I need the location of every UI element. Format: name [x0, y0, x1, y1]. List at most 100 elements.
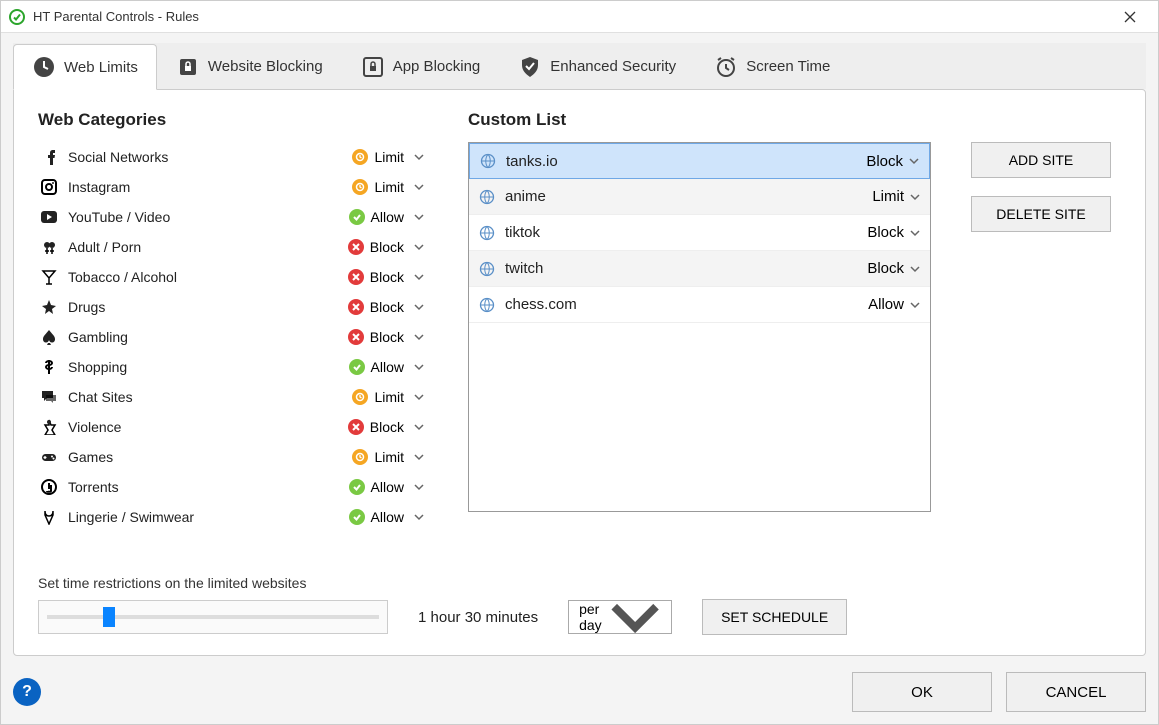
tab-web-limits[interactable]: Web Limits — [13, 44, 157, 90]
custom-action-select[interactable]: Block — [861, 224, 920, 241]
tab-app-blocking[interactable]: App Blocking — [342, 43, 500, 89]
status-block-icon — [348, 299, 364, 315]
category-action-select[interactable]: Limit — [348, 177, 428, 197]
set-schedule-button[interactable]: SET SCHEDULE — [702, 599, 847, 635]
chevron-down-icon — [414, 302, 424, 312]
shield-icon — [518, 55, 542, 79]
category-label: Torrents — [60, 479, 345, 495]
custom-action-select[interactable]: Limit — [866, 188, 920, 205]
cocktail-icon — [38, 269, 60, 285]
custom-site-name: anime — [505, 188, 866, 205]
custom-list-row[interactable]: tanks.ioBlock — [469, 143, 930, 179]
custom-list-row[interactable]: animeLimit — [469, 179, 930, 215]
category-row: DrugsBlock — [38, 292, 428, 322]
facebook-icon — [38, 149, 60, 165]
chevron-down-icon — [414, 212, 424, 222]
torrent-icon — [38, 479, 60, 495]
tab-website-blocking[interactable]: Website Blocking — [157, 43, 342, 89]
category-label: Tobacco / Alcohol — [60, 269, 344, 285]
footer: ? OK CANCEL — [13, 672, 1146, 712]
custom-list-row[interactable]: tiktokBlock — [469, 215, 930, 251]
category-action-select[interactable]: Block — [344, 267, 428, 287]
chevron-down-icon — [910, 300, 920, 310]
category-label: Drugs — [60, 299, 344, 315]
lock-icon — [176, 55, 200, 79]
instagram-icon — [38, 179, 60, 195]
cancel-button[interactable]: CANCEL — [1006, 672, 1146, 712]
category-label: Instagram — [60, 179, 348, 195]
chevron-down-icon — [909, 156, 919, 166]
spade-icon — [38, 329, 60, 345]
time-restriction-label: Set time restrictions on the limited web… — [38, 575, 1121, 591]
close-button[interactable] — [1110, 1, 1150, 32]
category-row: ViolenceBlock — [38, 412, 428, 442]
chevron-down-icon — [414, 272, 424, 282]
custom-action-select[interactable]: Allow — [862, 296, 920, 313]
category-action-select[interactable]: Block — [344, 297, 428, 317]
content: Web LimitsWebsite BlockingApp BlockingEn… — [1, 33, 1158, 724]
youtube-icon — [38, 209, 60, 225]
time-slider[interactable] — [38, 600, 388, 634]
category-row: ShoppingAllow — [38, 352, 428, 382]
status-block-icon — [348, 269, 364, 285]
chevron-down-icon — [414, 152, 424, 162]
status-allow-icon — [349, 359, 365, 375]
category-label: Social Networks — [60, 149, 348, 165]
category-action-select[interactable]: Block — [344, 237, 428, 257]
category-row: TorrentsAllow — [38, 472, 428, 502]
tab-enhanced-security[interactable]: Enhanced Security — [499, 43, 695, 89]
category-action-select[interactable]: Limit — [348, 387, 428, 407]
per-day-selected: per day — [579, 601, 609, 633]
category-action-select[interactable]: Limit — [348, 447, 428, 467]
custom-site-name: chess.com — [505, 296, 862, 313]
ok-button[interactable]: OK — [852, 672, 992, 712]
chevron-down-icon — [414, 242, 424, 252]
add-site-button[interactable]: ADD SITE — [971, 142, 1111, 178]
category-label: YouTube / Video — [60, 209, 345, 225]
status-allow-icon — [349, 479, 365, 495]
category-row: Adult / PornBlock — [38, 232, 428, 262]
custom-list-row[interactable]: twitchBlock — [469, 251, 930, 287]
per-day-select[interactable]: per day — [568, 600, 672, 634]
clock-icon — [32, 55, 56, 79]
status-limit-icon — [352, 389, 368, 405]
custom-site-name: twitch — [505, 260, 861, 277]
custom-action-select[interactable]: Block — [861, 260, 920, 277]
chevron-down-icon — [910, 264, 920, 274]
category-action-select[interactable]: Allow — [345, 477, 428, 497]
category-action-select[interactable]: Allow — [345, 207, 428, 227]
category-label: Violence — [60, 419, 344, 435]
category-action-select[interactable]: Block — [344, 417, 428, 437]
window-title: HT Parental Controls - Rules — [33, 9, 199, 24]
custom-list: tanks.ioBlockanimeLimittiktokBlocktwitch… — [468, 142, 931, 512]
category-label: Lingerie / Swimwear — [60, 509, 345, 525]
time-restriction-section: Set time restrictions on the limited web… — [38, 557, 1121, 635]
tab-panel-web-limits: Web Categories Social NetworksLimitInsta… — [13, 89, 1146, 656]
leaf-icon — [38, 299, 60, 315]
category-label: Chat Sites — [60, 389, 348, 405]
category-list: Social NetworksLimitInstagramLimitYouTub… — [38, 142, 428, 532]
category-label: Games — [60, 449, 348, 465]
help-button[interactable]: ? — [13, 678, 41, 706]
chevron-down-icon — [414, 482, 424, 492]
chevron-down-icon — [910, 192, 920, 202]
category-action-select[interactable]: Limit — [348, 147, 428, 167]
chat-icon — [38, 389, 60, 405]
tab-bar: Web LimitsWebsite BlockingApp BlockingEn… — [13, 43, 1146, 89]
category-action-select[interactable]: Block — [344, 327, 428, 347]
category-row: Tobacco / AlcoholBlock — [38, 262, 428, 292]
category-row: GamesLimit — [38, 442, 428, 472]
chevron-down-icon — [910, 228, 920, 238]
globe-icon — [479, 261, 495, 277]
category-row: YouTube / VideoAllow — [38, 202, 428, 232]
status-block-icon — [348, 239, 364, 255]
globe-icon — [480, 153, 496, 169]
tab-screen-time[interactable]: Screen Time — [695, 43, 849, 89]
category-action-select[interactable]: Allow — [345, 357, 428, 377]
custom-list-row[interactable]: chess.comAllow — [469, 287, 930, 323]
category-action-select[interactable]: Allow — [345, 507, 428, 527]
delete-site-button[interactable]: DELETE SITE — [971, 196, 1111, 232]
custom-action-select[interactable]: Block — [860, 153, 919, 170]
alarm-icon — [714, 55, 738, 79]
category-row: GamblingBlock — [38, 322, 428, 352]
